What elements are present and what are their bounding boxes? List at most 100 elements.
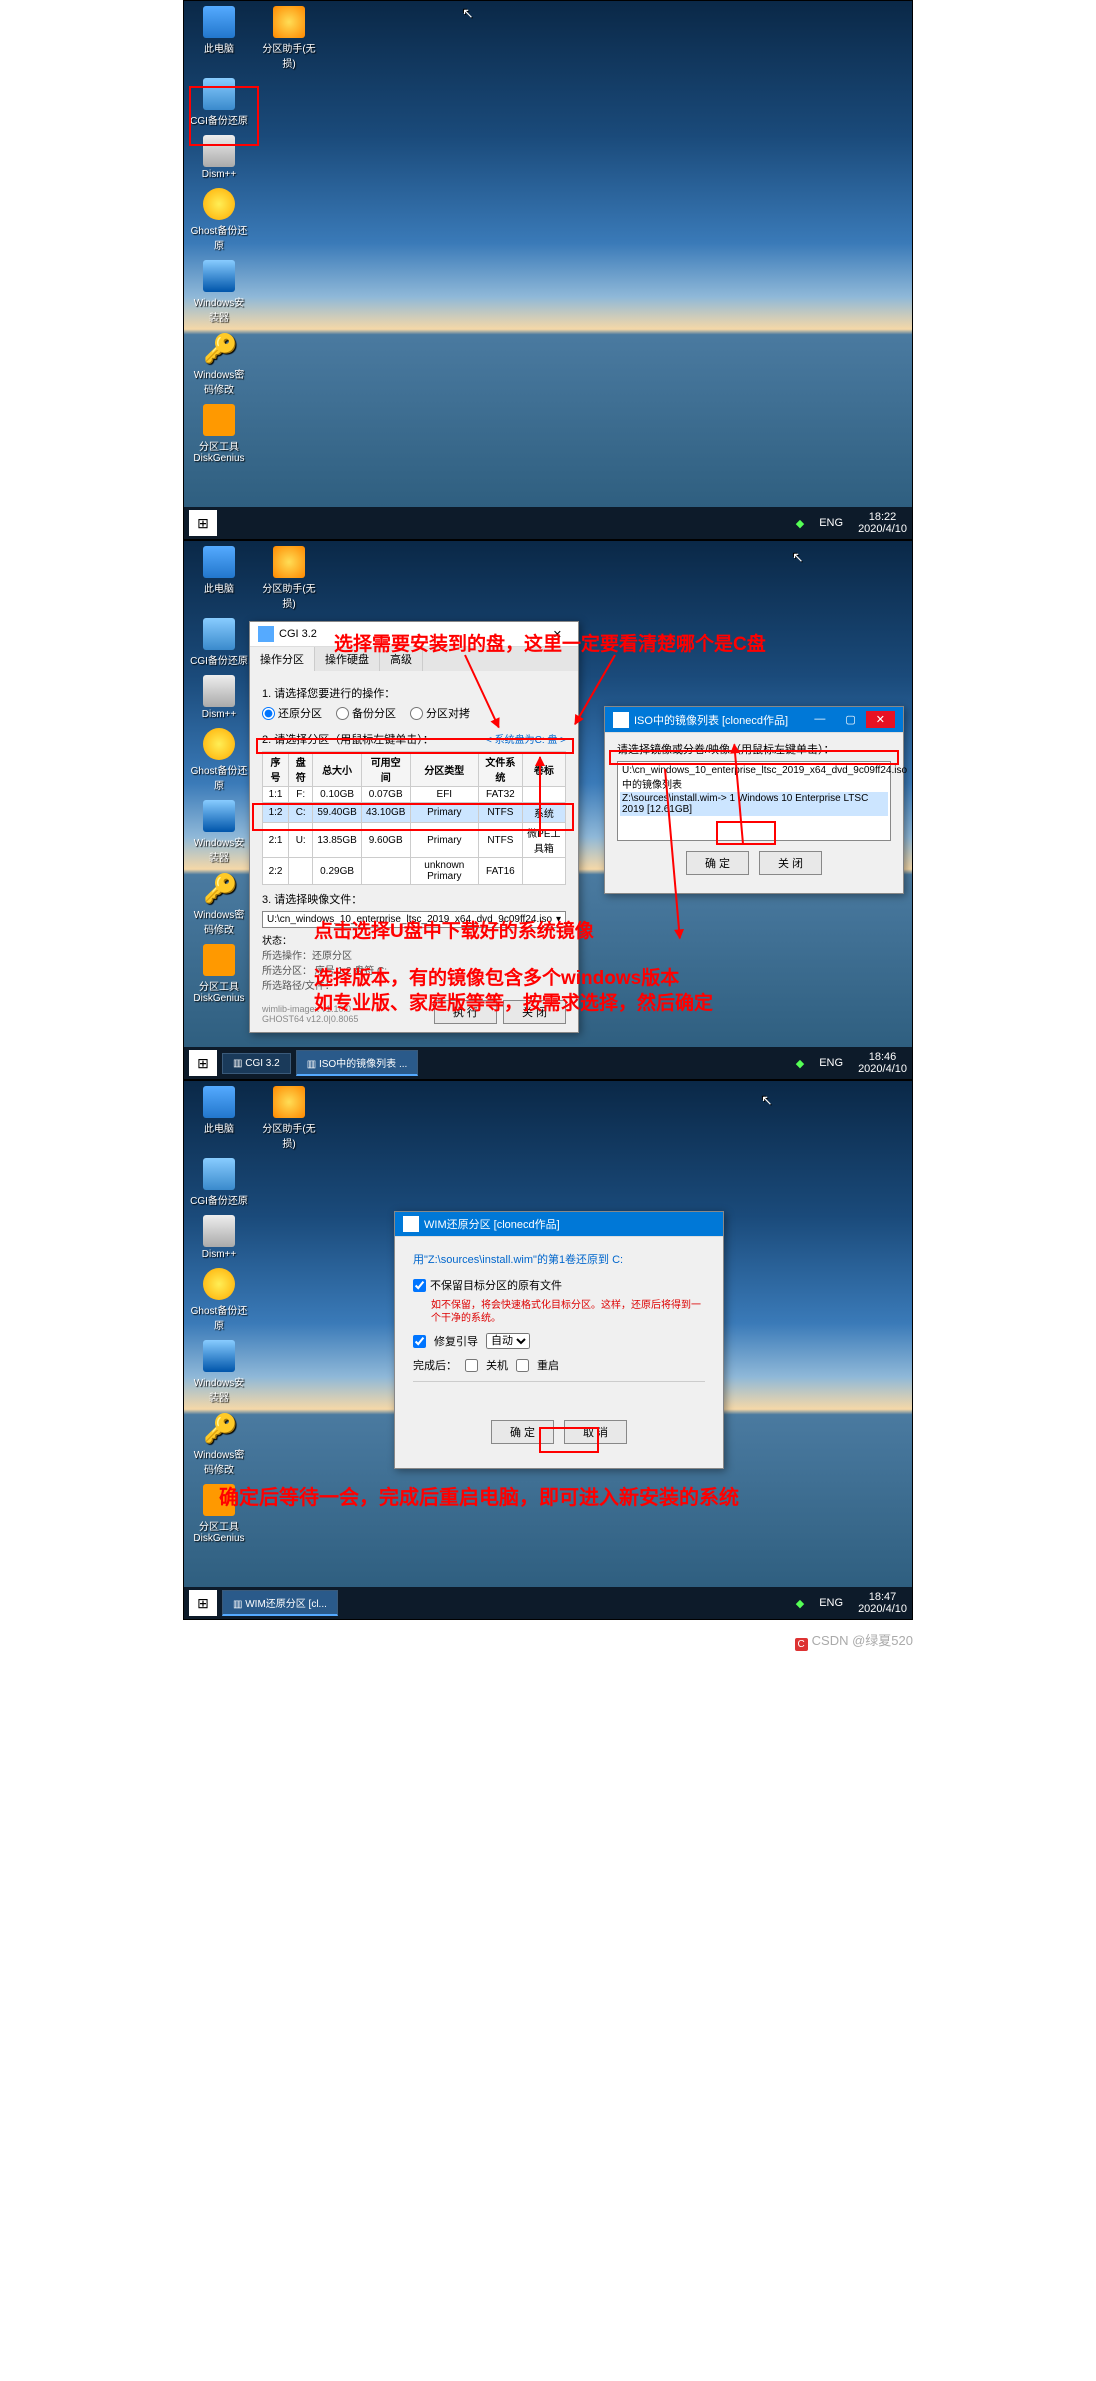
cancel-button[interactable]: 取 消 — [564, 1420, 627, 1444]
desktop-icons-3: 此电脑 分区助手(无损) CGI备份还原 Dism++ Ghost备份还原 Wi… — [189, 1086, 319, 1544]
tray-language[interactable]: ENG — [814, 515, 848, 531]
icon-dism[interactable]: Dism++ — [189, 1215, 249, 1260]
icon-windows-installer[interactable]: Windows安装器 — [189, 800, 249, 864]
taskbar-iso[interactable]: ▥ ISO中的镜像列表 ... — [296, 1050, 419, 1076]
status-title: 状态： — [262, 934, 566, 949]
image-list[interactable]: U:\cn_windows_10_enterprise_ltsc_2019_x6… — [617, 761, 891, 841]
cursor-icon: ↖ — [462, 5, 474, 22]
tray-language[interactable]: ENG — [814, 1595, 848, 1611]
cgi-tabs: 操作分区 操作硬盘 高级 — [250, 647, 578, 671]
step1-label: 1. 请选择您要进行的操作： — [262, 685, 566, 701]
key-icon: 🔑 — [203, 332, 235, 364]
taskbar-wim[interactable]: ▥ WIM还原分区 [cl... — [222, 1590, 338, 1616]
list-item[interactable]: U:\cn_windows_10_enterprise_ltsc_2019_x6… — [620, 764, 888, 792]
close-button[interactable]: 关 闭 — [759, 851, 822, 875]
dialog-icon — [403, 1216, 419, 1232]
icon-windows-installer[interactable]: Windows安装器 — [189, 260, 249, 324]
tray-icon[interactable]: ◆ — [796, 1057, 804, 1070]
tab-disk[interactable]: 操作硬盘 — [315, 647, 380, 671]
table-row[interactable]: 2:1U:13.85GB 9.60GBPrimaryNTFS微PE工具箱 — [263, 823, 566, 858]
checkbox-boot-fix[interactable] — [413, 1335, 426, 1348]
start-button[interactable]: ⊞ — [189, 1050, 217, 1076]
cgi-dialog: CGI 3.2 ✕ 操作分区 操作硬盘 高级 1. 请选择您要进行的操作： 还原… — [249, 621, 579, 1033]
wim-titlebar[interactable]: WIM还原分区 [clonecd作品] — [395, 1212, 723, 1237]
no-keep-hint: 如不保留，将会快速格式化目标分区。这样，还原后将得到一个干净的系统。 — [431, 1299, 705, 1325]
checkbox-no-keep[interactable] — [413, 1279, 426, 1292]
image-path-select[interactable]: U:\cn_windows_10_enterprise_ltsc_2019_x6… — [262, 911, 566, 928]
icon-ghost[interactable]: Ghost备份还原 — [189, 728, 249, 792]
icon-this-pc[interactable]: 此电脑 — [189, 546, 249, 610]
icon-ghost[interactable]: Ghost备份还原 — [189, 1268, 249, 1332]
icon-dism[interactable]: Dism++ — [189, 135, 249, 180]
sysdisk-hint: < 系统盘为C: 盘 > — [486, 731, 566, 746]
dialog-icon — [613, 712, 629, 728]
ok-button[interactable]: 确 定 — [686, 851, 749, 875]
icon-partition-assistant[interactable]: 分区助手(无损) — [259, 1086, 319, 1150]
table-row[interactable]: 1:1F:0.10GB 0.07GBEFIFAT32 — [263, 787, 566, 803]
tray-icon[interactable]: ◆ — [796, 1597, 804, 1610]
icon-diskgenius[interactable]: 分区工具DiskGenius — [189, 944, 249, 1004]
icon-ghost[interactable]: Ghost备份还原 — [189, 188, 249, 252]
icon-this-pc[interactable]: 此电脑 — [189, 1086, 249, 1150]
list-item-selected[interactable]: Z:\sources\install.wim-> 1 Windows 10 En… — [620, 792, 888, 816]
checkbox-reboot[interactable] — [516, 1359, 529, 1372]
radio-copy[interactable]: 分区对拷 — [410, 705, 470, 721]
restore-message: 用"Z:\sources\install.wim"的第1卷还原到 C: — [413, 1251, 705, 1267]
close-button[interactable]: ✕ — [866, 711, 895, 728]
step3-label: 3. 请选择映像文件： — [262, 891, 566, 907]
wim-dialog: WIM还原分区 [clonecd作品] 用"Z:\sources\install… — [394, 1211, 724, 1469]
maximize-button[interactable]: ▢ — [835, 711, 865, 728]
ok-button[interactable]: 确 定 — [491, 1420, 554, 1444]
tray-language[interactable]: ENG — [814, 1055, 848, 1071]
taskbar: ⊞ ▥ CGI 3.2 ▥ ISO中的镜像列表 ... ◆ ENG 18:462… — [184, 1047, 912, 1079]
minimize-button[interactable]: — — [804, 711, 835, 728]
partition-table: 序号盘符总大小 可用空间分区类型文件系统卷标 1:1F:0.10GB 0.07G… — [262, 751, 566, 885]
icon-password-reset[interactable]: 🔑Windows密码修改 — [189, 332, 249, 396]
icon-windows-installer[interactable]: Windows安装器 — [189, 1340, 249, 1404]
icon-dism[interactable]: Dism++ — [189, 675, 249, 720]
step2-label: 2. 请选择分区（用鼠标左键单击）： — [262, 731, 434, 747]
start-button[interactable]: ⊞ — [189, 1590, 217, 1616]
start-button[interactable]: ⊞ — [189, 510, 217, 536]
tray-clock[interactable]: 18:462020/4/10 — [858, 1051, 907, 1075]
icon-partition-assistant[interactable]: 分区助手(无损) — [259, 6, 319, 70]
tray-clock[interactable]: 18:222020/4/10 — [858, 511, 907, 535]
radio-restore[interactable]: 还原分区 — [262, 705, 322, 721]
screenshot-3: 此电脑 分区助手(无损) CGI备份还原 Dism++ Ghost备份还原 Wi… — [183, 1080, 913, 1620]
icon-cgi-backup[interactable]: CGI备份还原 — [189, 78, 249, 127]
icon-partition-assistant[interactable]: 分区助手(无损) — [259, 546, 319, 610]
table-header: 序号盘符总大小 可用空间分区类型文件系统卷标 — [263, 752, 566, 787]
icon-password-reset[interactable]: 🔑Windows密码修改 — [189, 1412, 249, 1476]
tray-icon[interactable]: ◆ — [796, 517, 804, 530]
dialog-title-text: WIM还原分区 [clonecd作品] — [424, 1216, 560, 1232]
checkbox-boot-fix-label: 修复引导 — [434, 1333, 478, 1349]
checkbox-shutdown[interactable] — [465, 1359, 478, 1372]
after-done-label: 完成后： — [413, 1357, 457, 1373]
desktop-icons: 此电脑 分区助手(无损) CGI备份还原 Dism++ Ghost备份还原 Wi… — [189, 6, 319, 464]
csdn-watermark: CCSDN @绿夏520 — [183, 1620, 913, 1661]
taskbar-cgi[interactable]: ▥ CGI 3.2 — [222, 1053, 291, 1074]
iso-titlebar[interactable]: ISO中的镜像列表 [clonecd作品] — ▢ ✕ — [605, 707, 903, 733]
tab-advanced[interactable]: 高级 — [380, 647, 423, 671]
radio-backup[interactable]: 备份分区 — [336, 705, 396, 721]
cgi-titlebar[interactable]: CGI 3.2 ✕ — [250, 622, 578, 647]
icon-cgi-backup[interactable]: CGI备份还原 — [189, 618, 249, 667]
csdn-logo-icon: C — [795, 1638, 808, 1651]
icon-diskgenius[interactable]: 分区工具DiskGenius — [189, 1484, 249, 1544]
execute-button[interactable]: 执 行 — [434, 1000, 497, 1024]
close-button[interactable]: ✕ — [545, 628, 570, 641]
tab-partition[interactable]: 操作分区 — [250, 647, 315, 671]
icon-cgi-backup[interactable]: CGI备份还原 — [189, 1158, 249, 1207]
checkbox-no-keep-label: 不保留目标分区的原有文件 — [430, 1277, 562, 1293]
table-row[interactable]: 2:20.29GB unknown PrimaryFAT16 — [263, 858, 566, 885]
icon-diskgenius[interactable]: 分区工具DiskGenius — [189, 404, 249, 464]
icon-this-pc[interactable]: 此电脑 — [189, 6, 249, 70]
close-button[interactable]: 关 闭 — [503, 1000, 566, 1024]
screenshot-2: 此电脑 分区助手(无损) CGI备份还原 Dism++ Ghost备份还原 Wi… — [183, 540, 913, 1080]
table-row-selected[interactable]: 1:2C:59.40GB 43.10GBPrimaryNTFS系统 — [263, 803, 566, 823]
iso-label: 请选择镜像或分卷/映像（用鼠标左键单击）： — [617, 741, 891, 757]
tray-clock[interactable]: 18:472020/4/10 — [858, 1591, 907, 1615]
cursor-icon: ↖ — [792, 549, 804, 566]
boot-fix-select[interactable]: 自动 — [486, 1333, 530, 1349]
icon-password-reset[interactable]: 🔑Windows密码修改 — [189, 872, 249, 936]
